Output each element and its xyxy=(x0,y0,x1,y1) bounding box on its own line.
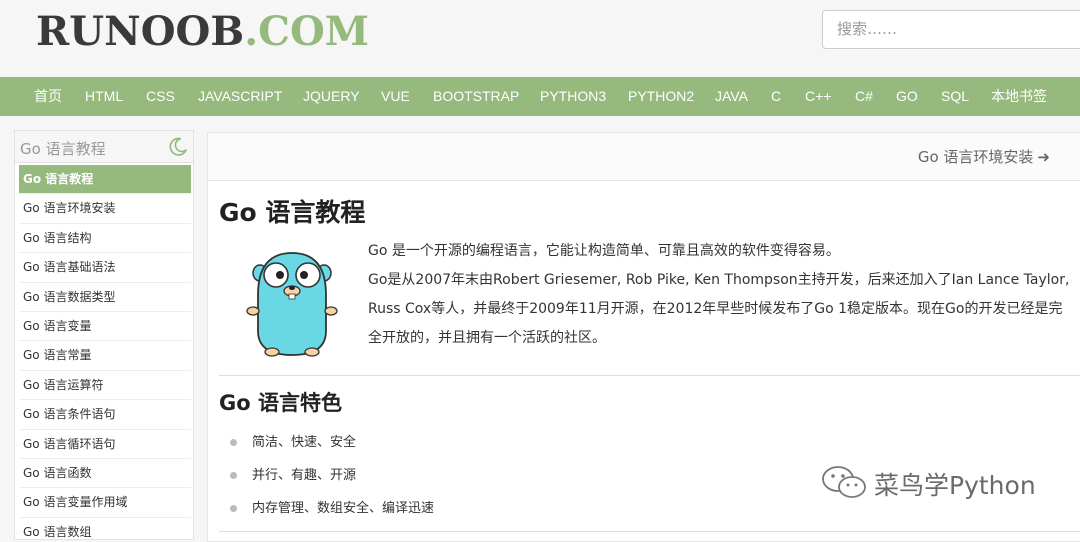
nav-item-java[interactable]: JAVA xyxy=(715,77,748,116)
nav-item-cpp[interactable]: C++ xyxy=(805,77,831,116)
sidebar-item-loops[interactable]: Go 语言循环语句 xyxy=(19,430,191,459)
list-item: 简洁、快速、安全 xyxy=(230,426,730,459)
bullet-icon xyxy=(230,505,237,512)
arrow-right-icon: ➜ xyxy=(1037,148,1050,166)
sidebar-item-structure[interactable]: Go 语言结构 xyxy=(19,224,191,254)
nav-item-sql[interactable]: SQL xyxy=(941,77,969,116)
nav-item-python3[interactable]: PYTHON3 xyxy=(540,77,606,116)
sidebar-title: Go 语言教程 xyxy=(20,140,106,158)
nav-item-html[interactable]: HTML xyxy=(85,77,123,116)
feature-text: 并行、有趣、开源 xyxy=(252,468,357,483)
list-item: 并行、有趣、开源 xyxy=(230,459,730,492)
watermark: 菜鸟学Python xyxy=(820,462,1060,504)
logo-main: RUNOOB xyxy=(36,8,245,55)
intro-line-1: Go 是一个开源的编程语言，它能让构造简单、可靠且高效的软件变得容易。 xyxy=(368,243,840,259)
sidebar-item-go-tutorial[interactable]: Go 语言教程 xyxy=(19,165,191,195)
top-nav: 首页 HTML CSS JAVASCRIPT JQUERY VUE BOOTST… xyxy=(0,77,1080,116)
nav-item-bookmarks[interactable]: 本地书签 xyxy=(991,77,1047,116)
sidebar-item-arrays[interactable]: Go 语言数组 xyxy=(19,518,191,539)
sidebar-item-functions[interactable]: Go 语言函数 xyxy=(19,459,191,489)
logo-suffix: .COM xyxy=(244,8,370,55)
sidebar-header: Go 语言教程 xyxy=(15,131,193,163)
sidebar-item-variable-scope[interactable]: Go 语言变量作用域 xyxy=(19,488,191,518)
content-topbar: Go 语言环境安装 ➜ xyxy=(208,133,1080,181)
nav-item-home[interactable]: 首页 xyxy=(34,77,62,116)
search-input[interactable]: 搜索…… xyxy=(822,10,1080,49)
section-divider xyxy=(219,375,1080,376)
feature-text: 简洁、快速、安全 xyxy=(252,435,357,450)
site-logo[interactable]: RUNOOB.COM xyxy=(36,8,369,56)
nav-item-javascript[interactable]: JAVASCRIPT xyxy=(198,77,282,116)
features-list: 简洁、快速、安全 并行、有趣、开源 内存管理、数组安全、编译迅速 xyxy=(230,426,730,525)
nav-item-vue[interactable]: VUE xyxy=(381,77,410,116)
sidebar-item-operators[interactable]: Go 语言运算符 xyxy=(19,371,191,401)
next-page-link[interactable]: Go 语言环境安装 ➜ xyxy=(918,146,1050,167)
nav-item-python2[interactable]: PYTHON2 xyxy=(628,77,694,116)
nav-item-csharp[interactable]: C# xyxy=(855,77,873,116)
page-title: Go 语言教程 xyxy=(219,198,366,227)
sidebar: Go 语言教程 Go 语言教程 Go 语言环境安装 Go 语言结构 Go 语言基… xyxy=(14,130,194,540)
nav-item-go[interactable]: GO xyxy=(896,77,918,116)
sidebar-list: Go 语言教程 Go 语言环境安装 Go 语言结构 Go 语言基础语法 Go 语… xyxy=(19,165,191,539)
watermark-text: 菜鸟学Python xyxy=(874,471,1036,500)
next-page-label: Go 语言环境安装 xyxy=(917,148,1034,166)
list-item: 内存管理、数组安全、编译迅速 xyxy=(230,492,730,525)
intro-text: Go 是一个开源的编程语言，它能让构造简单、可靠且高效的软件变得容易。 Go是从… xyxy=(368,237,1074,353)
sidebar-item-data-types[interactable]: Go 语言数据类型 xyxy=(19,283,191,312)
feature-text: 内存管理、数组安全、编译迅速 xyxy=(252,501,435,516)
features-title: Go 语言特色 xyxy=(219,391,342,415)
moon-icon[interactable] xyxy=(167,136,189,158)
sidebar-item-basic-syntax[interactable]: Go 语言基础语法 xyxy=(19,253,191,283)
sidebar-item-env-install[interactable]: Go 语言环境安装 xyxy=(19,194,191,224)
go-gopher-image xyxy=(246,252,338,357)
bullet-icon xyxy=(230,472,237,479)
sidebar-item-conditionals[interactable]: Go 语言条件语句 xyxy=(19,400,191,430)
intro-line-2: Go是从2007年末由Robert Griesemer, Rob Pike, K… xyxy=(368,272,1070,346)
sidebar-item-constants[interactable]: Go 语言常量 xyxy=(19,341,191,371)
nav-item-jquery[interactable]: JQUERY xyxy=(303,77,360,116)
sidebar-item-variables[interactable]: Go 语言变量 xyxy=(19,312,191,342)
bullet-icon xyxy=(230,439,237,446)
nav-item-bootstrap[interactable]: BOOTSTRAP xyxy=(433,77,519,116)
site-header: RUNOOB.COM 搜索…… xyxy=(0,0,1080,77)
nav-item-css[interactable]: CSS xyxy=(146,77,175,116)
nav-item-c[interactable]: C xyxy=(771,77,781,116)
wechat-icon xyxy=(822,466,866,498)
